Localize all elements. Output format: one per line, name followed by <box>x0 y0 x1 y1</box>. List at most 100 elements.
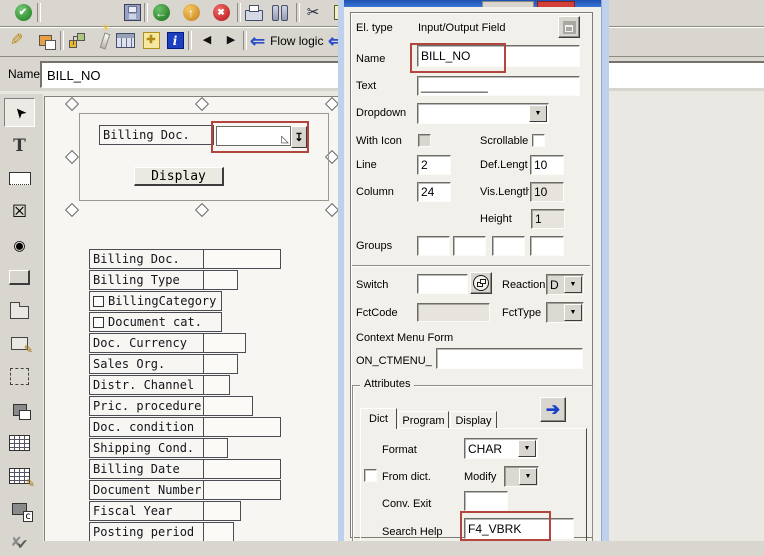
back-button[interactable] <box>148 1 174 24</box>
field-label[interactable]: Doc. Currency <box>89 333 207 353</box>
with-icon-checkbox[interactable] <box>418 134 431 147</box>
fcttype-combo[interactable] <box>546 302 584 323</box>
dropdown-arrow-icon[interactable] <box>564 276 582 293</box>
field-label[interactable]: Pric. procedure <box>89 396 207 416</box>
subscreen-tool[interactable] <box>4 362 35 391</box>
field-input[interactable] <box>203 270 238 290</box>
group-input-3[interactable] <box>492 236 525 256</box>
hierarchy-button[interactable] <box>64 29 90 52</box>
flow-logic-button[interactable]: Flow logic <box>250 29 323 53</box>
on-ctmenu-input[interactable] <box>436 348 583 369</box>
selection-handle[interactable] <box>195 203 209 217</box>
scrollable-checkbox[interactable] <box>532 134 545 147</box>
radio-button-tool[interactable] <box>4 230 35 259</box>
field-label[interactable]: Posting period <box>89 522 207 541</box>
field-input[interactable] <box>203 249 281 269</box>
dropdown-arrow-icon[interactable] <box>564 304 582 321</box>
dropdown-label: Dropdown <box>356 107 406 119</box>
field-label[interactable]: Doc. condition <box>89 417 207 437</box>
cancel-button[interactable] <box>208 1 234 24</box>
window-button[interactable] <box>112 29 138 52</box>
selection-handle[interactable] <box>195 97 209 111</box>
field-input[interactable] <box>203 354 238 374</box>
dialog-titlebar[interactable] <box>344 0 601 7</box>
entry-field-tool[interactable] <box>4 164 35 193</box>
field-label[interactable]: Distr. Channel <box>89 375 207 395</box>
group-input-4[interactable] <box>530 236 564 256</box>
custom-control-tool[interactable] <box>4 395 35 424</box>
field-label[interactable]: Shipping Cond. <box>89 438 207 458</box>
next-attributes-button[interactable] <box>540 397 566 422</box>
tab-dict[interactable]: Dict <box>360 408 397 429</box>
field-label[interactable]: Document Number <box>89 480 207 500</box>
billing-doc-input[interactable]: ◺ <box>216 126 291 146</box>
dropdown-field-button[interactable] <box>291 126 307 148</box>
pointer-tool[interactable] <box>4 98 35 127</box>
selection-handle[interactable] <box>65 203 79 217</box>
separator <box>352 265 590 267</box>
vis-length-input[interactable]: 10 <box>530 182 564 202</box>
field-input[interactable] <box>203 522 234 541</box>
switch-input[interactable] <box>417 274 468 294</box>
field-input[interactable] <box>203 459 281 479</box>
next-button[interactable] <box>218 29 244 52</box>
field-label[interactable]: Billing Type <box>89 270 207 290</box>
selection-handle[interactable] <box>65 97 79 111</box>
def-length-input[interactable]: 10 <box>530 155 564 175</box>
table-wizard-tool[interactable] <box>4 461 35 490</box>
field-checkbox-label[interactable]: Document cat. <box>89 312 222 332</box>
group-input-1[interactable] <box>417 236 450 256</box>
tab-program[interactable]: Program <box>398 411 449 429</box>
column-input[interactable]: 24 <box>417 182 451 202</box>
field-input[interactable] <box>203 396 253 416</box>
previous-button[interactable] <box>194 29 220 52</box>
field-label[interactable]: Billing Date <box>89 459 207 479</box>
container-tool[interactable] <box>4 494 35 523</box>
line-input[interactable]: 2 <box>417 155 451 175</box>
text-input[interactable]: __________ <box>417 76 580 96</box>
move-button[interactable] <box>138 29 164 52</box>
save-button[interactable] <box>119 1 145 24</box>
element-properties-button[interactable] <box>558 16 580 38</box>
selection-handle[interactable] <box>325 97 339 111</box>
tab-display[interactable]: Display <box>450 411 497 429</box>
modify-button[interactable] <box>4 29 30 52</box>
billing-doc-label[interactable]: Billing Doc. <box>99 125 214 145</box>
selection-handle[interactable] <box>65 150 79 164</box>
field-input[interactable] <box>203 417 281 437</box>
field-checkbox-label[interactable]: BillingCategory <box>89 291 222 311</box>
dialog-name-input[interactable]: BILL_NO <box>417 45 580 67</box>
field-input[interactable] <box>203 333 246 353</box>
pushbutton-tool[interactable] <box>4 263 35 292</box>
reaction-combo[interactable]: D <box>546 274 584 295</box>
find-button[interactable] <box>267 1 293 24</box>
cut-button[interactable] <box>300 1 326 24</box>
exit-button[interactable] <box>178 1 204 24</box>
fctcode-input[interactable] <box>417 303 490 322</box>
height-input[interactable]: 1 <box>531 209 565 229</box>
field-input[interactable] <box>203 438 228 458</box>
dropdown-arrow-icon[interactable] <box>529 105 547 122</box>
dropdown-combo[interactable] <box>417 103 549 124</box>
layout-button[interactable] <box>32 29 58 52</box>
field-label[interactable]: Fiscal Year <box>89 501 207 521</box>
frame-tool[interactable] <box>4 329 35 358</box>
field-label[interactable]: Billing Doc. <box>89 249 207 269</box>
print-button[interactable] <box>241 1 267 24</box>
group-input-2[interactable] <box>453 236 486 256</box>
checkbox-tool[interactable] <box>4 197 35 226</box>
design-canvas[interactable]: Billing Doc. ◺ Display Billing Doc.Billi… <box>44 96 339 541</box>
selection-handle[interactable] <box>325 203 339 217</box>
switch-browse-button[interactable] <box>470 272 492 294</box>
field-input[interactable] <box>203 375 230 395</box>
field-input[interactable] <box>203 480 281 500</box>
field-input[interactable] <box>203 501 241 521</box>
display-button[interactable]: Display <box>134 167 224 186</box>
ok-code-tool[interactable] <box>4 527 35 556</box>
tabstrip-tool[interactable] <box>4 296 35 325</box>
info-button[interactable] <box>162 29 188 52</box>
enter-button[interactable] <box>10 1 36 24</box>
field-label[interactable]: Sales Org. <box>89 354 207 374</box>
text-tool[interactable] <box>4 131 35 160</box>
table-control-tool[interactable] <box>4 428 35 457</box>
